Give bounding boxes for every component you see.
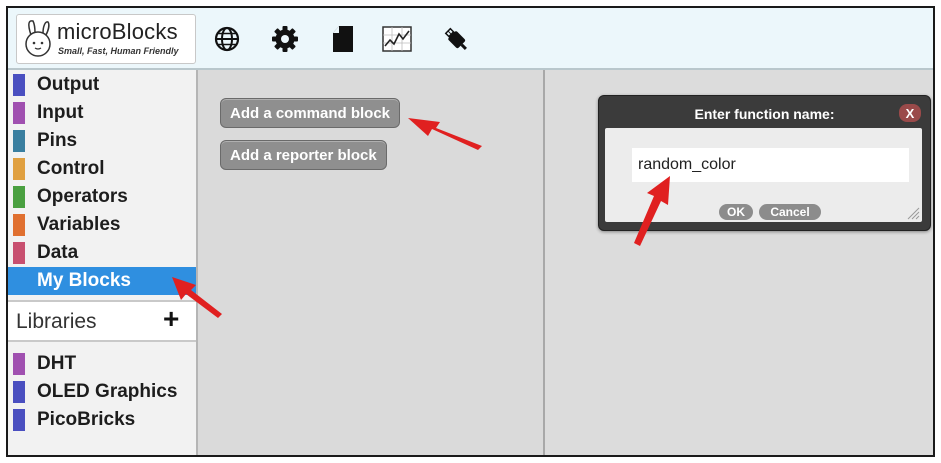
app-name: microBlocks [57, 19, 178, 44]
category-color-swatch [13, 101, 25, 124]
category-control[interactable]: Control [8, 155, 196, 182]
category-label: My Blocks [37, 270, 131, 291]
ok-button[interactable]: OK [719, 204, 753, 220]
library-color-swatch [13, 380, 25, 403]
category-label: Pins [37, 129, 78, 151]
cancel-button[interactable]: Cancel [759, 204, 821, 220]
graph-icon[interactable] [381, 23, 413, 55]
library-picobricks[interactable]: PicoBricks [8, 406, 196, 433]
add-reporter-block-button[interactable]: Add a reporter block [220, 140, 387, 170]
category-pins[interactable]: Pins [8, 127, 196, 154]
top-toolbar: microBlocks Small, Fast, Human Friendly [8, 8, 933, 70]
category-label: Data [37, 241, 79, 263]
category-color-swatch [13, 157, 25, 180]
library-label: OLED Graphics [37, 380, 178, 402]
category-color-swatch [13, 270, 25, 292]
bunny-logo-icon [25, 20, 51, 57]
resize-handle-icon[interactable] [904, 204, 920, 220]
category-label: Input [37, 101, 84, 123]
gear-icon[interactable] [269, 23, 301, 55]
library-dht[interactable]: DHT [8, 350, 196, 377]
category-color-swatch [13, 129, 25, 152]
category-label: Operators [37, 185, 128, 207]
app-tagline: Small, Fast, Human Friendly [58, 46, 179, 56]
category-palette: Output Input Pins Control Operators Vari… [8, 70, 198, 455]
category-data[interactable]: Data [8, 239, 196, 266]
add-library-button[interactable]: + [163, 303, 179, 335]
dialog-close-button[interactable]: X [899, 104, 921, 122]
app-window: microBlocks Small, Fast, Human Friendly [6, 6, 935, 457]
category-my-blocks[interactable]: My Blocks [8, 267, 196, 295]
app-logo[interactable]: microBlocks Small, Fast, Human Friendly [16, 14, 196, 64]
dialog-body: OK Cancel [605, 128, 922, 222]
library-oled-graphics[interactable]: OLED Graphics [8, 378, 196, 405]
library-color-swatch [13, 352, 25, 375]
dialog-title: Enter function name: [694, 106, 835, 122]
category-variables[interactable]: Variables [8, 211, 196, 238]
category-input[interactable]: Input [8, 99, 196, 126]
category-output[interactable]: Output [8, 71, 196, 98]
category-label: Output [37, 73, 100, 95]
category-label: Control [37, 157, 105, 179]
category-operators[interactable]: Operators [8, 183, 196, 210]
add-command-block-button[interactable]: Add a command block [220, 98, 401, 128]
blocks-palette: Add a command block Add a reporter block [198, 70, 545, 455]
category-color-swatch [13, 213, 25, 236]
libraries-label: Libraries [16, 310, 97, 333]
function-name-dialog: Enter function name: X OK Cancel [598, 95, 931, 231]
libraries-header: Libraries + [8, 300, 196, 342]
category-color-swatch [13, 241, 25, 264]
category-label: Variables [37, 213, 121, 235]
file-icon[interactable] [327, 23, 359, 55]
function-name-input[interactable] [632, 148, 909, 182]
category-color-swatch [13, 185, 25, 208]
globe-icon[interactable] [211, 23, 243, 55]
usb-plug-icon[interactable] [440, 23, 472, 55]
category-color-swatch [13, 73, 25, 96]
library-color-swatch [13, 408, 25, 431]
library-label: DHT [37, 352, 77, 374]
library-label: PicoBricks [37, 408, 136, 430]
